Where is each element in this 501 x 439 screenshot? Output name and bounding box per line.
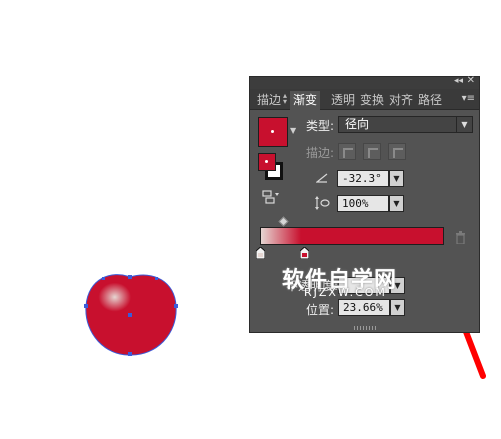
gradient-type-select[interactable]: 径向 ▼: [338, 116, 473, 133]
chevron-down-icon[interactable]: ▼: [290, 126, 296, 135]
stroke-label: 描边:: [306, 146, 335, 160]
gradient-type-value: 径向: [345, 117, 370, 131]
collapse-icon[interactable]: ◂◂: [454, 76, 463, 86]
angle-icon: [316, 173, 328, 183]
tab-transform[interactable]: 变换: [360, 92, 384, 109]
gradient-slider[interactable]: [260, 227, 444, 245]
tab-transparency[interactable]: 透明: [331, 92, 355, 109]
angle-input[interactable]: -32.3°: [337, 170, 389, 187]
tab-stroke[interactable]: 描边: [257, 92, 281, 109]
aspect-ratio-input[interactable]: 100%: [337, 195, 389, 212]
stroke-across-button[interactable]: [388, 143, 406, 160]
aspect-ratio-icon: [315, 196, 330, 210]
chevron-down-icon[interactable]: ▼: [389, 170, 404, 187]
tab-align[interactable]: 对齐: [389, 92, 413, 109]
trash-icon[interactable]: [455, 231, 466, 244]
panel-menu-icon[interactable]: ▾≡: [462, 93, 475, 104]
stroke-along-button[interactable]: [363, 143, 381, 160]
tab-pathfinder[interactable]: 路径: [418, 92, 442, 109]
watermark-subtitle: RJZXW.COM: [304, 286, 387, 299]
gradient-stop-end[interactable]: [300, 247, 309, 259]
fill-color-box[interactable]: [258, 153, 276, 171]
tab-gradient[interactable]: 渐变: [290, 91, 321, 110]
location-label: 位置:: [306, 303, 335, 317]
reverse-gradient-icon[interactable]: [262, 190, 280, 204]
panel-titlebar[interactable]: ◂◂ ✕: [250, 75, 479, 89]
chevron-down-icon[interactable]: ▼: [389, 195, 404, 212]
close-icon[interactable]: ✕: [467, 75, 475, 86]
chevron-down-icon[interactable]: ▼: [390, 299, 405, 316]
tab-toggle-icon[interactable]: ▴ ▾: [283, 92, 287, 106]
resize-grip[interactable]: [354, 326, 376, 330]
panel-tabs: 描边 ▴ ▾ 渐变 透明 变换 对齐 路径 ▾≡: [250, 89, 479, 110]
location-input[interactable]: 23.66%: [338, 299, 390, 316]
chevron-down-icon[interactable]: ▼: [456, 117, 472, 132]
type-label: 类型:: [306, 119, 335, 133]
gradient-stop-start[interactable]: [256, 247, 265, 259]
gradient-midpoint-diamond[interactable]: [278, 216, 289, 227]
gradient-swatch[interactable]: [258, 117, 288, 147]
stroke-within-button[interactable]: [338, 143, 356, 160]
